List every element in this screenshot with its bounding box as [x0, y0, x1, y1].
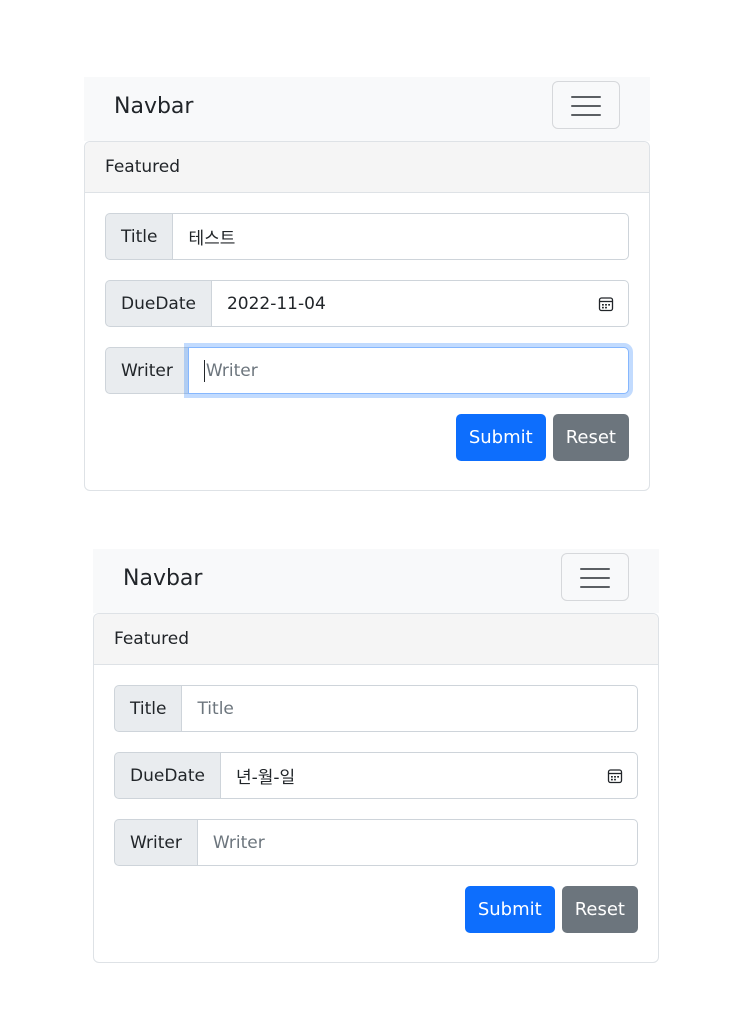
duedate-input-value: 년-월-일	[235, 768, 296, 788]
navbar-brand[interactable]: Navbar	[123, 565, 202, 593]
navbar-toggler-button[interactable]	[552, 81, 620, 129]
writer-input-group: Writer Writer	[105, 347, 629, 394]
form-actions: Submit Reset	[105, 414, 629, 461]
duedate-label: DueDate	[114, 752, 220, 799]
hamburger-icon	[571, 95, 601, 116]
writer-input-placeholder: Writer	[205, 360, 258, 381]
navbar: Navbar	[84, 77, 650, 141]
card-header: Featured	[85, 142, 649, 193]
title-input[interactable]: 테스트	[172, 213, 629, 260]
writer-input-group: Writer Writer	[114, 819, 638, 866]
duedate-input-group: DueDate 년-월-일	[114, 752, 638, 799]
form-card: Featured Title Title DueDate 년-월-일 Write…	[93, 613, 659, 963]
navbar: Navbar	[93, 549, 659, 613]
duedate-input[interactable]: 년-월-일	[219, 752, 638, 799]
text-caret	[203, 359, 205, 382]
card-body: Title Title DueDate 년-월-일 Writer Writer …	[94, 665, 658, 933]
title-input[interactable]: Title	[181, 685, 638, 732]
writer-input[interactable]: Writer	[187, 347, 629, 394]
submit-button[interactable]: Submit	[464, 886, 555, 933]
writer-label: Writer	[105, 347, 188, 394]
writer-label: Writer	[114, 819, 197, 866]
card-header: Featured	[94, 614, 658, 665]
navbar-toggler-button[interactable]	[561, 553, 629, 601]
writer-input-placeholder: Writer	[212, 832, 265, 853]
reset-button[interactable]: Reset	[552, 414, 629, 461]
duedate-input[interactable]: 2022-11-04	[210, 280, 629, 327]
form-panel-filled: Navbar Featured Title 테스트 DueDate 2022-1…	[84, 77, 650, 491]
duedate-input-group: DueDate 2022-11-04	[105, 280, 629, 327]
title-input-group: Title Title	[114, 685, 638, 732]
reset-button[interactable]: Reset	[561, 886, 638, 933]
calendar-icon[interactable]	[598, 296, 614, 312]
hamburger-icon	[580, 567, 610, 588]
card-body: Title 테스트 DueDate 2022-11-04 Writer Writ…	[85, 193, 649, 461]
duedate-input-value: 2022-11-04	[226, 293, 326, 314]
title-input-group: Title 테스트	[105, 213, 629, 260]
form-panel-empty: Navbar Featured Title Title DueDate 년-월-…	[93, 549, 659, 963]
writer-input[interactable]: Writer	[196, 819, 638, 866]
submit-button[interactable]: Submit	[455, 414, 546, 461]
title-label: Title	[105, 213, 173, 260]
form-card: Featured Title 테스트 DueDate 2022-11-04 Wr…	[84, 141, 650, 491]
title-input-placeholder: Title	[197, 698, 234, 719]
calendar-icon[interactable]	[607, 768, 623, 784]
title-label: Title	[114, 685, 182, 732]
navbar-brand[interactable]: Navbar	[114, 93, 193, 121]
title-input-value: 테스트	[188, 229, 236, 249]
duedate-label: DueDate	[105, 280, 211, 327]
form-actions: Submit Reset	[114, 886, 638, 933]
